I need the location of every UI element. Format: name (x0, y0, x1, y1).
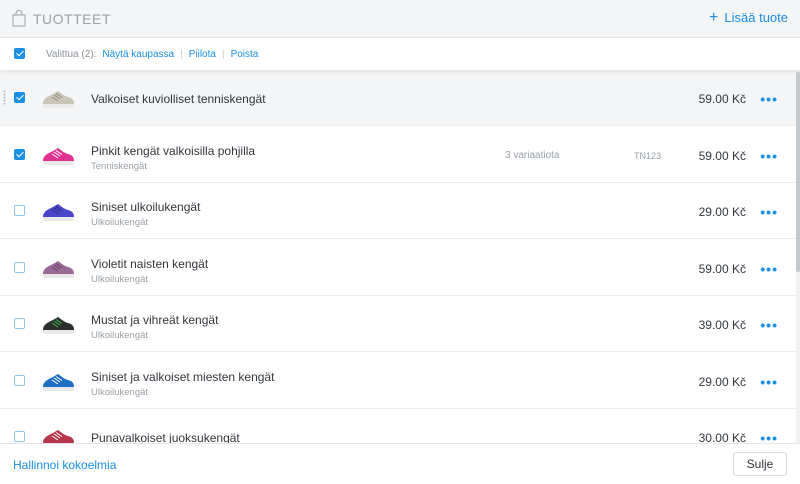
select-all-checkbox[interactable] (14, 48, 25, 59)
page-title: TUOTTEET (33, 11, 111, 27)
row-checkbox[interactable] (14, 318, 25, 329)
product-price: 59.00 Kč (698, 262, 746, 276)
shoe-thumbnail-icon (43, 317, 74, 334)
product-row[interactable]: Punavalkoiset juoksukengät 30.00 Kč ••• (0, 409, 796, 443)
product-name[interactable]: Pinkit kengät valkoisilla pohjilla (91, 144, 255, 158)
row-checkbox[interactable] (14, 262, 25, 273)
manage-collections-link[interactable]: Hallinnoi kokoelmia (13, 458, 116, 472)
product-price: 39.00 Kč (698, 318, 746, 332)
product-name[interactable]: Valkoiset kuviolliset tenniskengät (91, 92, 266, 106)
shoe-thumbnail-icon (43, 204, 74, 221)
product-category: Tenniskengät (91, 161, 147, 172)
product-category: Ulkoilukengät (91, 274, 149, 285)
product-price: 29.00 Kč (698, 375, 746, 389)
more-options-icon[interactable]: ••• (760, 91, 778, 107)
add-product-button[interactable]: + Lisää tuote (709, 8, 788, 26)
product-price: 29.00 Kč (698, 205, 746, 219)
more-options-icon[interactable]: ••• (760, 317, 778, 333)
drag-handle-icon[interactable] (3, 90, 6, 106)
row-checkbox[interactable] (14, 205, 25, 216)
bulk-action-toolbar: Valittua (2): Näytä kaupassa | Piilota |… (0, 38, 800, 70)
product-name[interactable]: Mustat ja vihreät kengät (91, 313, 218, 327)
product-category: Ulkoilukengät (91, 217, 149, 228)
scrollbar[interactable] (796, 70, 800, 443)
product-name[interactable]: Violetit naisten kengät (91, 257, 208, 271)
row-checkbox[interactable] (14, 375, 25, 386)
delete-button[interactable]: Poista (231, 49, 259, 60)
row-checkbox[interactable] (14, 92, 25, 103)
shoe-thumbnail-icon (43, 261, 74, 278)
scrollbar-thumb[interactable] (796, 72, 800, 272)
shopping-bag-icon (12, 10, 26, 27)
hide-button[interactable]: Piilota (189, 49, 216, 60)
shoe-thumbnail-icon (43, 430, 74, 443)
more-options-icon[interactable]: ••• (760, 374, 778, 390)
variant-count: 3 variaatiota (505, 150, 560, 161)
product-row[interactable]: Violetit naisten kengät Ulkoilukengät 59.0… (0, 240, 796, 296)
page-header: TUOTTEET + Lisää tuote (0, 0, 800, 38)
more-options-icon[interactable]: ••• (760, 204, 778, 220)
close-button[interactable]: Sulje (733, 452, 787, 476)
product-sku: TN123 (634, 151, 662, 161)
plus-icon: + (709, 8, 719, 26)
more-options-icon[interactable]: ••• (760, 148, 778, 164)
product-price: 59.00 Kč (698, 92, 746, 106)
product-row[interactable]: Siniset ulkoilukengät Ulkoilukengät 29.00 … (0, 183, 796, 239)
row-checkbox[interactable] (14, 149, 25, 160)
more-options-icon[interactable]: ••• (760, 261, 778, 277)
shoe-thumbnail-icon (43, 91, 74, 108)
row-checkbox[interactable] (14, 431, 25, 442)
product-row[interactable]: Pinkit kengät valkoisilla pohjilla Tennis… (0, 127, 796, 183)
more-options-icon[interactable]: ••• (760, 430, 778, 443)
selected-count: Valittua (2): (46, 48, 97, 60)
footer: Hallinnoi kokoelmia Sulje (0, 443, 800, 484)
add-product-label: Lisää tuote (724, 10, 788, 25)
product-row[interactable]: Valkoiset kuviolliset tenniskengät 59.00 … (0, 70, 796, 126)
product-row[interactable]: Mustat ja vihreät kengät Ulkoilukengät 39.… (0, 296, 796, 352)
product-price: 59.00 Kč (698, 149, 746, 163)
product-category: Ulkoilukengät (91, 330, 149, 341)
divider: | (221, 48, 225, 60)
product-row[interactable]: Siniset ja valkoiset miesten kengät Ulkoi… (0, 353, 796, 409)
show-in-store-button[interactable]: Näytä kaupassa (102, 49, 174, 60)
product-name[interactable]: Punavalkoiset juoksukengät (91, 431, 240, 443)
product-name[interactable]: Siniset ulkoilukengät (91, 200, 200, 214)
product-category: Ulkoilukengät (91, 387, 149, 398)
product-name[interactable]: Siniset ja valkoiset miesten kengät (91, 370, 274, 384)
shoe-thumbnail-icon (43, 148, 74, 165)
product-list: Valkoiset kuviolliset tenniskengät 59.00 … (0, 70, 796, 443)
shoe-thumbnail-icon (43, 374, 74, 391)
divider: | (180, 48, 183, 60)
product-price: 30.00 Kč (698, 431, 746, 443)
